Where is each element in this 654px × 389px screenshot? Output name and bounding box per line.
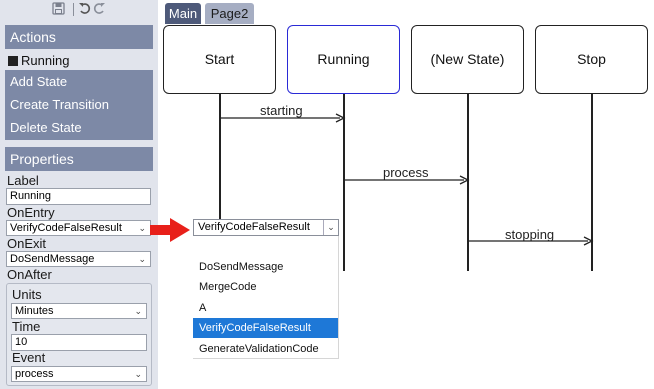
on-entry-dropdown[interactable]: VerifyCodeFalseResult ⌄ <box>193 219 339 236</box>
delete-state-button[interactable]: Delete State <box>10 120 82 136</box>
transition-label-stopping[interactable]: stopping <box>505 228 554 242</box>
state-square-icon <box>8 56 18 66</box>
state-new-state[interactable]: (New State) <box>411 25 524 94</box>
create-transition-button[interactable]: Create Transition <box>10 97 109 113</box>
lifeline-new-state <box>467 94 469 271</box>
dropdown-option-selected[interactable]: VerifyCodeFalseResult <box>193 318 338 338</box>
tab-main[interactable]: Main <box>165 3 201 24</box>
event-select[interactable]: process ⌄ <box>11 366 147 382</box>
on-exit-select[interactable]: DoSendMessage ⌄ <box>6 251 151 267</box>
toolbar-separator <box>73 3 74 16</box>
transition-label-starting[interactable]: starting <box>260 104 303 118</box>
left-panel: Actions Running Add State Create Transit… <box>0 0 158 389</box>
chevron-down-icon[interactable]: ⌄ <box>323 220 338 235</box>
chevron-down-icon: ⌄ <box>134 306 142 316</box>
toolbar <box>0 0 158 21</box>
on-entry-select[interactable]: VerifyCodeFalseResult ⌄ <box>6 220 151 236</box>
label-input[interactable]: Running <box>6 188 151 205</box>
current-state-label: Running <box>21 53 70 68</box>
time-caption: Time <box>12 319 41 334</box>
redo-icon[interactable] <box>93 2 106 20</box>
dropdown-value: VerifyCodeFalseResult <box>198 221 310 233</box>
on-entry-value: VerifyCodeFalseResult <box>10 222 122 234</box>
dropdown-option-empty[interactable] <box>193 238 338 258</box>
dropdown-option[interactable]: GenerateValidationCode <box>193 339 338 359</box>
on-exit-value: DoSendMessage <box>10 253 95 265</box>
undo-icon[interactable] <box>78 2 91 20</box>
tab-page2[interactable]: Page2 <box>205 3 254 24</box>
units-caption: Units <box>12 287 42 302</box>
dropdown-option[interactable]: DoSendMessage <box>193 257 338 277</box>
floppy-disk-icon[interactable] <box>52 2 65 20</box>
dropdown-options: DoSendMessage MergeCode A VerifyCodeFals… <box>193 236 339 359</box>
state-running[interactable]: Running <box>287 25 400 94</box>
add-state-button[interactable]: Add State <box>10 74 67 90</box>
event-value: process <box>15 368 54 380</box>
lifeline-running <box>343 94 345 271</box>
dropdown-option[interactable]: MergeCode <box>193 277 338 297</box>
time-input[interactable]: 10 <box>11 334 147 351</box>
state-stop[interactable]: Stop <box>535 25 648 94</box>
on-entry-caption: OnEntry <box>7 205 55 220</box>
action-list: Add State Create Transition Delete State <box>5 70 153 140</box>
chevron-down-icon: ⌄ <box>138 223 146 233</box>
chevron-down-icon: ⌄ <box>134 369 142 379</box>
units-value: Minutes <box>15 305 54 317</box>
on-exit-caption: OnExit <box>7 236 47 251</box>
lifeline-stop <box>591 94 593 271</box>
chevron-down-icon: ⌄ <box>138 254 146 264</box>
transition-label-process[interactable]: process <box>383 166 429 180</box>
label-caption: Label <box>7 173 39 188</box>
properties-header: Properties <box>5 147 153 171</box>
state-start[interactable]: Start <box>163 25 276 94</box>
on-after-caption: OnAfter <box>7 267 52 282</box>
current-state-indicator: Running <box>8 54 69 68</box>
actions-header: Actions <box>5 25 153 49</box>
dropdown-option[interactable]: A <box>193 298 338 318</box>
event-caption: Event <box>12 350 46 365</box>
on-after-group: Units Minutes ⌄ Time 10 Event process ⌄ <box>6 283 152 386</box>
units-select[interactable]: Minutes ⌄ <box>11 303 147 319</box>
